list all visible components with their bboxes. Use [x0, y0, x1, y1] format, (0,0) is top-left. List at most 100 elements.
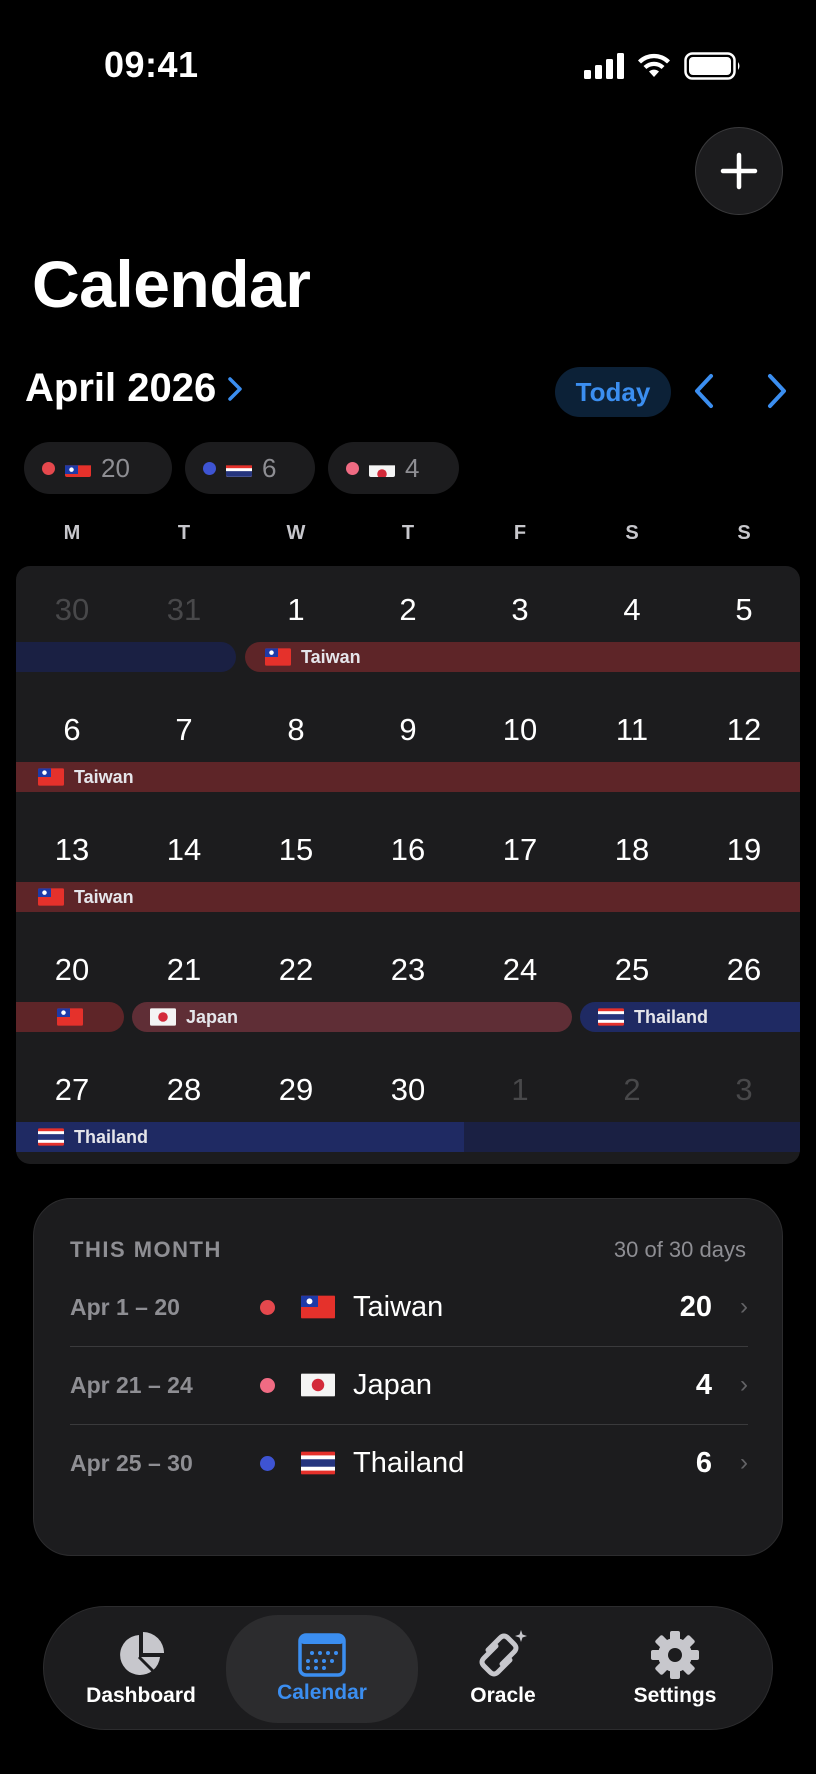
signal-icon: [584, 53, 624, 79]
taiwan-dot: [42, 461, 55, 475]
today-button[interactable]: Today: [555, 367, 671, 417]
chip-count: 4: [405, 452, 420, 483]
status-time: 09:41: [104, 44, 199, 85]
calendar-day[interactable]: 18: [576, 832, 688, 868]
calendar-day[interactable]: 9: [352, 712, 464, 748]
calendar-day[interactable]: 4: [576, 592, 688, 628]
trip-bar-label: Thailand: [634, 1006, 709, 1027]
calendar-day[interactable]: 2: [576, 1072, 688, 1108]
calendar-day[interactable]: 7: [128, 712, 240, 748]
calendar-day[interactable]: 3: [464, 592, 576, 628]
japan-flag-icon: [301, 1373, 335, 1397]
weekday-label: S: [737, 522, 751, 544]
calendar-day[interactable]: 20: [16, 952, 128, 988]
taiwan-flag-icon: [38, 768, 64, 786]
tab-oracle[interactable]: Oracle: [424, 1607, 582, 1731]
summary-row-japan[interactable]: Apr 21 – 24 Japan 4 ›: [70, 1346, 748, 1424]
next-month-button[interactable]: [765, 372, 789, 415]
summary-day-count: 30 of 30 days: [613, 1237, 746, 1262]
calendar-day[interactable]: 30: [16, 592, 128, 628]
calendar-day[interactable]: 23: [352, 952, 464, 988]
thailand-trip-bar[interactable]: Thailand: [580, 1002, 800, 1032]
chip-taiwan[interactable]: 20: [24, 442, 172, 494]
tab-label: Oracle: [470, 1684, 536, 1707]
calendar-day[interactable]: 17: [464, 832, 576, 868]
taiwan-trip-bar[interactable]: Taiwan: [16, 882, 800, 912]
calendar-day[interactable]: 6: [16, 712, 128, 748]
weekday-label: W: [286, 522, 306, 544]
calendar-day[interactable]: 26: [688, 952, 800, 988]
day-count: 6: [695, 1446, 712, 1479]
calendar-day[interactable]: 24: [464, 952, 576, 988]
tab-label: Dashboard: [86, 1684, 196, 1707]
calendar-day[interactable]: 29: [240, 1072, 352, 1108]
chip-count: 20: [101, 452, 130, 483]
day-count: 4: [695, 1368, 712, 1401]
wifi-icon: [638, 53, 670, 77]
taiwan-flag-icon: [301, 1295, 335, 1319]
previous-month-button[interactable]: [692, 372, 716, 415]
month-picker[interactable]: April 2026: [25, 366, 244, 411]
chip-thailand[interactable]: 6: [185, 442, 315, 494]
calendar-day[interactable]: 30: [352, 1072, 464, 1108]
calendar-day[interactable]: 28: [128, 1072, 240, 1108]
calendar-day[interactable]: 25: [576, 952, 688, 988]
calendar-day[interactable]: 10: [464, 712, 576, 748]
calendar-day[interactable]: 11: [576, 712, 688, 748]
chip-japan[interactable]: 4: [328, 442, 459, 494]
calendar-day[interactable]: 12: [688, 712, 800, 748]
calendar-day[interactable]: 27: [16, 1072, 128, 1108]
date-range: Apr 25 – 30: [70, 1449, 193, 1476]
calendar-day[interactable]: 8: [240, 712, 352, 748]
gear-icon: [651, 1631, 699, 1679]
country-name: Taiwan: [353, 1290, 444, 1323]
calendar-grid: Taiwan Taiwan Taiwan Japan Thailand Thai…: [16, 566, 800, 1164]
japan-trip-bar[interactable]: Japan: [132, 1002, 572, 1032]
summary-row-taiwan[interactable]: Apr 1 – 20 Taiwan 20 ›: [70, 1268, 748, 1346]
taiwan-trip-bar[interactable]: [16, 1002, 124, 1032]
thailand-dot: [203, 461, 216, 475]
page-title: Calendar: [32, 247, 311, 321]
month-label: April 2026: [25, 366, 217, 410]
thailand-flag-icon: [38, 1128, 64, 1146]
trip-bar-label: Thailand: [74, 1126, 149, 1147]
thailand-trip-bar[interactable]: [16, 642, 236, 672]
calendar-day[interactable]: 1: [240, 592, 352, 628]
country-name: Japan: [353, 1368, 433, 1401]
japan-flag-icon: [150, 1008, 176, 1026]
add-button[interactable]: [695, 127, 783, 215]
calendar-day[interactable]: 13: [16, 832, 128, 868]
date-range: Apr 1 – 20: [70, 1293, 180, 1320]
japan-dot: [260, 1377, 275, 1393]
calendar-day[interactable]: 15: [240, 832, 352, 868]
chevron-right-icon: [768, 374, 786, 408]
chevron-right-icon: ›: [740, 1293, 748, 1320]
trip-bar-label: Japan: [186, 1006, 239, 1027]
chip-count: 6: [262, 452, 277, 483]
tab-settings[interactable]: Settings: [596, 1607, 754, 1731]
summary-row-thailand[interactable]: Apr 25 – 30 Thailand 6 ›: [70, 1424, 748, 1502]
calendar-day[interactable]: 31: [128, 592, 240, 628]
calendar-day[interactable]: 16: [352, 832, 464, 868]
taiwan-trip-bar[interactable]: Taiwan: [16, 762, 800, 792]
thailand-flag-icon: [598, 1008, 624, 1026]
japan-dot: [346, 461, 359, 475]
tab-dashboard[interactable]: Dashboard: [62, 1607, 220, 1731]
taiwan-flag-icon: [38, 888, 64, 906]
calendar-day[interactable]: 14: [128, 832, 240, 868]
taiwan-dot: [260, 1299, 275, 1315]
calendar-day[interactable]: 19: [688, 832, 800, 868]
calendar-day[interactable]: 3: [688, 1072, 800, 1108]
thailand-trip-bar[interactable]: Thailand: [16, 1122, 464, 1152]
calendar-day[interactable]: 21: [128, 952, 240, 988]
thailand-trip-bar[interactable]: [464, 1122, 800, 1152]
taiwan-trip-bar[interactable]: Taiwan: [245, 642, 800, 672]
calendar-day[interactable]: 22: [240, 952, 352, 988]
calendar-day[interactable]: 1: [464, 1072, 576, 1108]
weekday-label: S: [625, 522, 639, 544]
tab-calendar[interactable]: Calendar: [226, 1615, 418, 1723]
calendar-day[interactable]: 2: [352, 592, 464, 628]
calendar-day[interactable]: 5: [688, 592, 800, 628]
chevron-left-icon: [695, 374, 713, 408]
status-icons: [584, 48, 742, 84]
